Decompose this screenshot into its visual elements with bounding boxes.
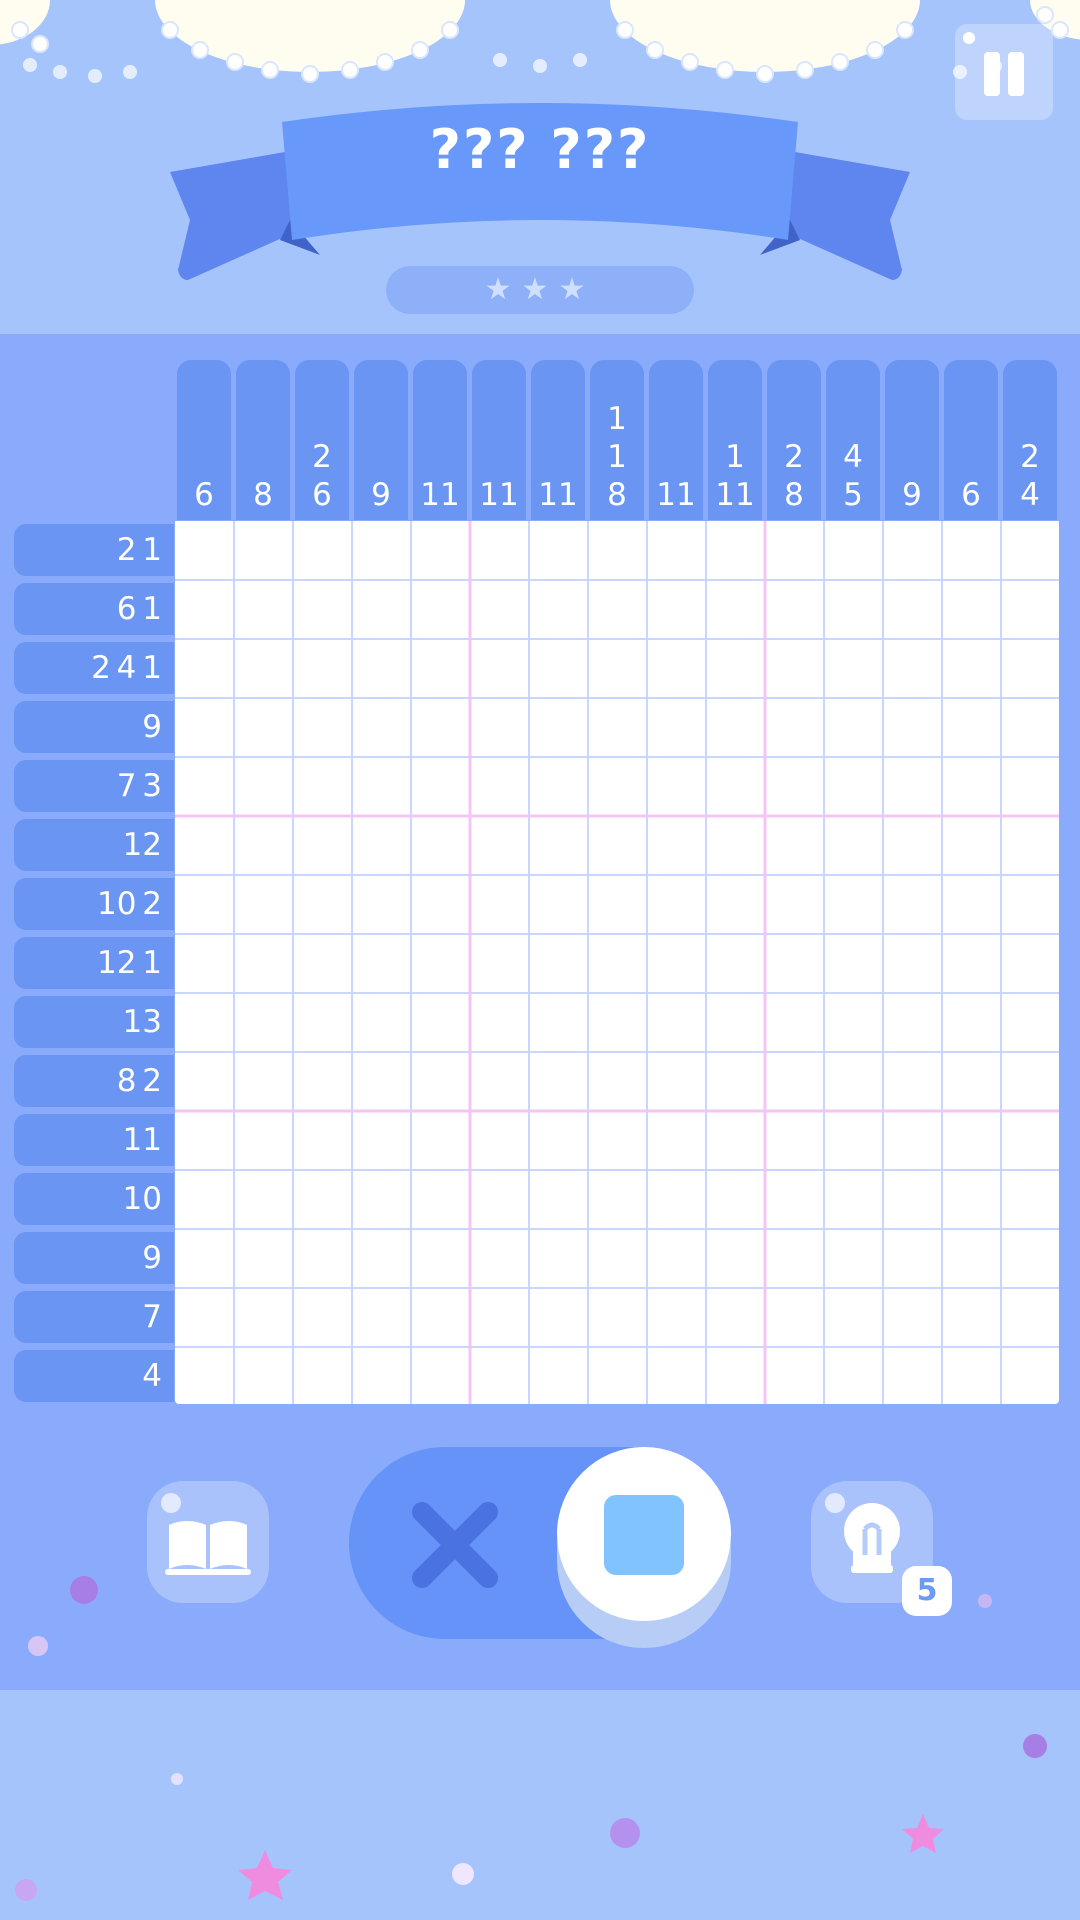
column-clue: 2 4 [1003, 360, 1057, 520]
row-clue: 2 1 [14, 524, 174, 576]
row-clue: 9 [14, 1232, 174, 1284]
column-clue-text: 11 [479, 477, 519, 513]
row-clue: 12 1 [14, 937, 174, 989]
row-clue: 8 2 [14, 1055, 174, 1107]
row-clue: 9 [14, 701, 174, 753]
column-clue: 4 5 [826, 360, 880, 520]
column-clue-text: 6 [961, 477, 981, 513]
column-clue-text: 2 6 [312, 439, 332, 513]
star-rating: ★★★ [386, 266, 694, 314]
column-clue-text: 1 1 8 [607, 401, 627, 513]
pause-button[interactable] [955, 24, 1053, 120]
row-clue: 13 [14, 996, 174, 1048]
column-clue-text: 9 [902, 477, 922, 513]
column-clue: 11 [531, 360, 585, 520]
top-area: ??? ??? ★★★ [0, 0, 1080, 334]
column-clue: 2 8 [767, 360, 821, 520]
highlight-dot [161, 1493, 181, 1513]
column-clue: 9 [885, 360, 939, 520]
pause-icon-bar [1008, 52, 1024, 96]
column-clue: 1 11 [708, 360, 762, 520]
column-clue-text: 8 [253, 477, 273, 513]
row-clue: 12 [14, 819, 174, 871]
column-clue-text: 6 [194, 477, 214, 513]
column-clue-text: 11 [656, 477, 696, 513]
column-clue: 6 [944, 360, 998, 520]
row-clue: 10 [14, 1173, 174, 1225]
row-clue: 2 4 1 [14, 642, 174, 694]
column-clue: 1 1 8 [590, 360, 644, 520]
column-clue: 6 [177, 360, 231, 520]
column-clue: 8 [236, 360, 290, 520]
lace-decoration [0, 0, 1080, 83]
row-clue: 11 [14, 1114, 174, 1166]
puzzle-title: ??? ??? [429, 118, 651, 181]
puzzle-grid[interactable] [175, 521, 1059, 1404]
row-clue: 7 [14, 1291, 174, 1343]
row-clue: 6 1 [14, 583, 174, 635]
column-clue: 11 [472, 360, 526, 520]
column-clue: 2 6 [295, 360, 349, 520]
column-clue: 11 [649, 360, 703, 520]
row-clue: 4 [14, 1350, 174, 1402]
column-clue: 9 [354, 360, 408, 520]
column-clue-text: 1 11 [715, 439, 755, 513]
highlight-dot [963, 32, 975, 44]
column-clue: 11 [413, 360, 467, 520]
highlight-dot [825, 1493, 845, 1513]
grid-lines [175, 521, 1059, 1404]
pause-icon [984, 52, 1000, 96]
column-clue-text: 11 [538, 477, 578, 513]
column-clue-text: 2 4 [1020, 439, 1040, 513]
column-clue-text: 11 [420, 477, 460, 513]
column-clue-text: 9 [371, 477, 391, 513]
column-clue-text: 4 5 [843, 439, 863, 513]
row-clue: 7 3 [14, 760, 174, 812]
row-clue: 10 2 [14, 878, 174, 930]
background-decorations [15, 1576, 1047, 1901]
column-clue-text: 2 8 [784, 439, 804, 513]
